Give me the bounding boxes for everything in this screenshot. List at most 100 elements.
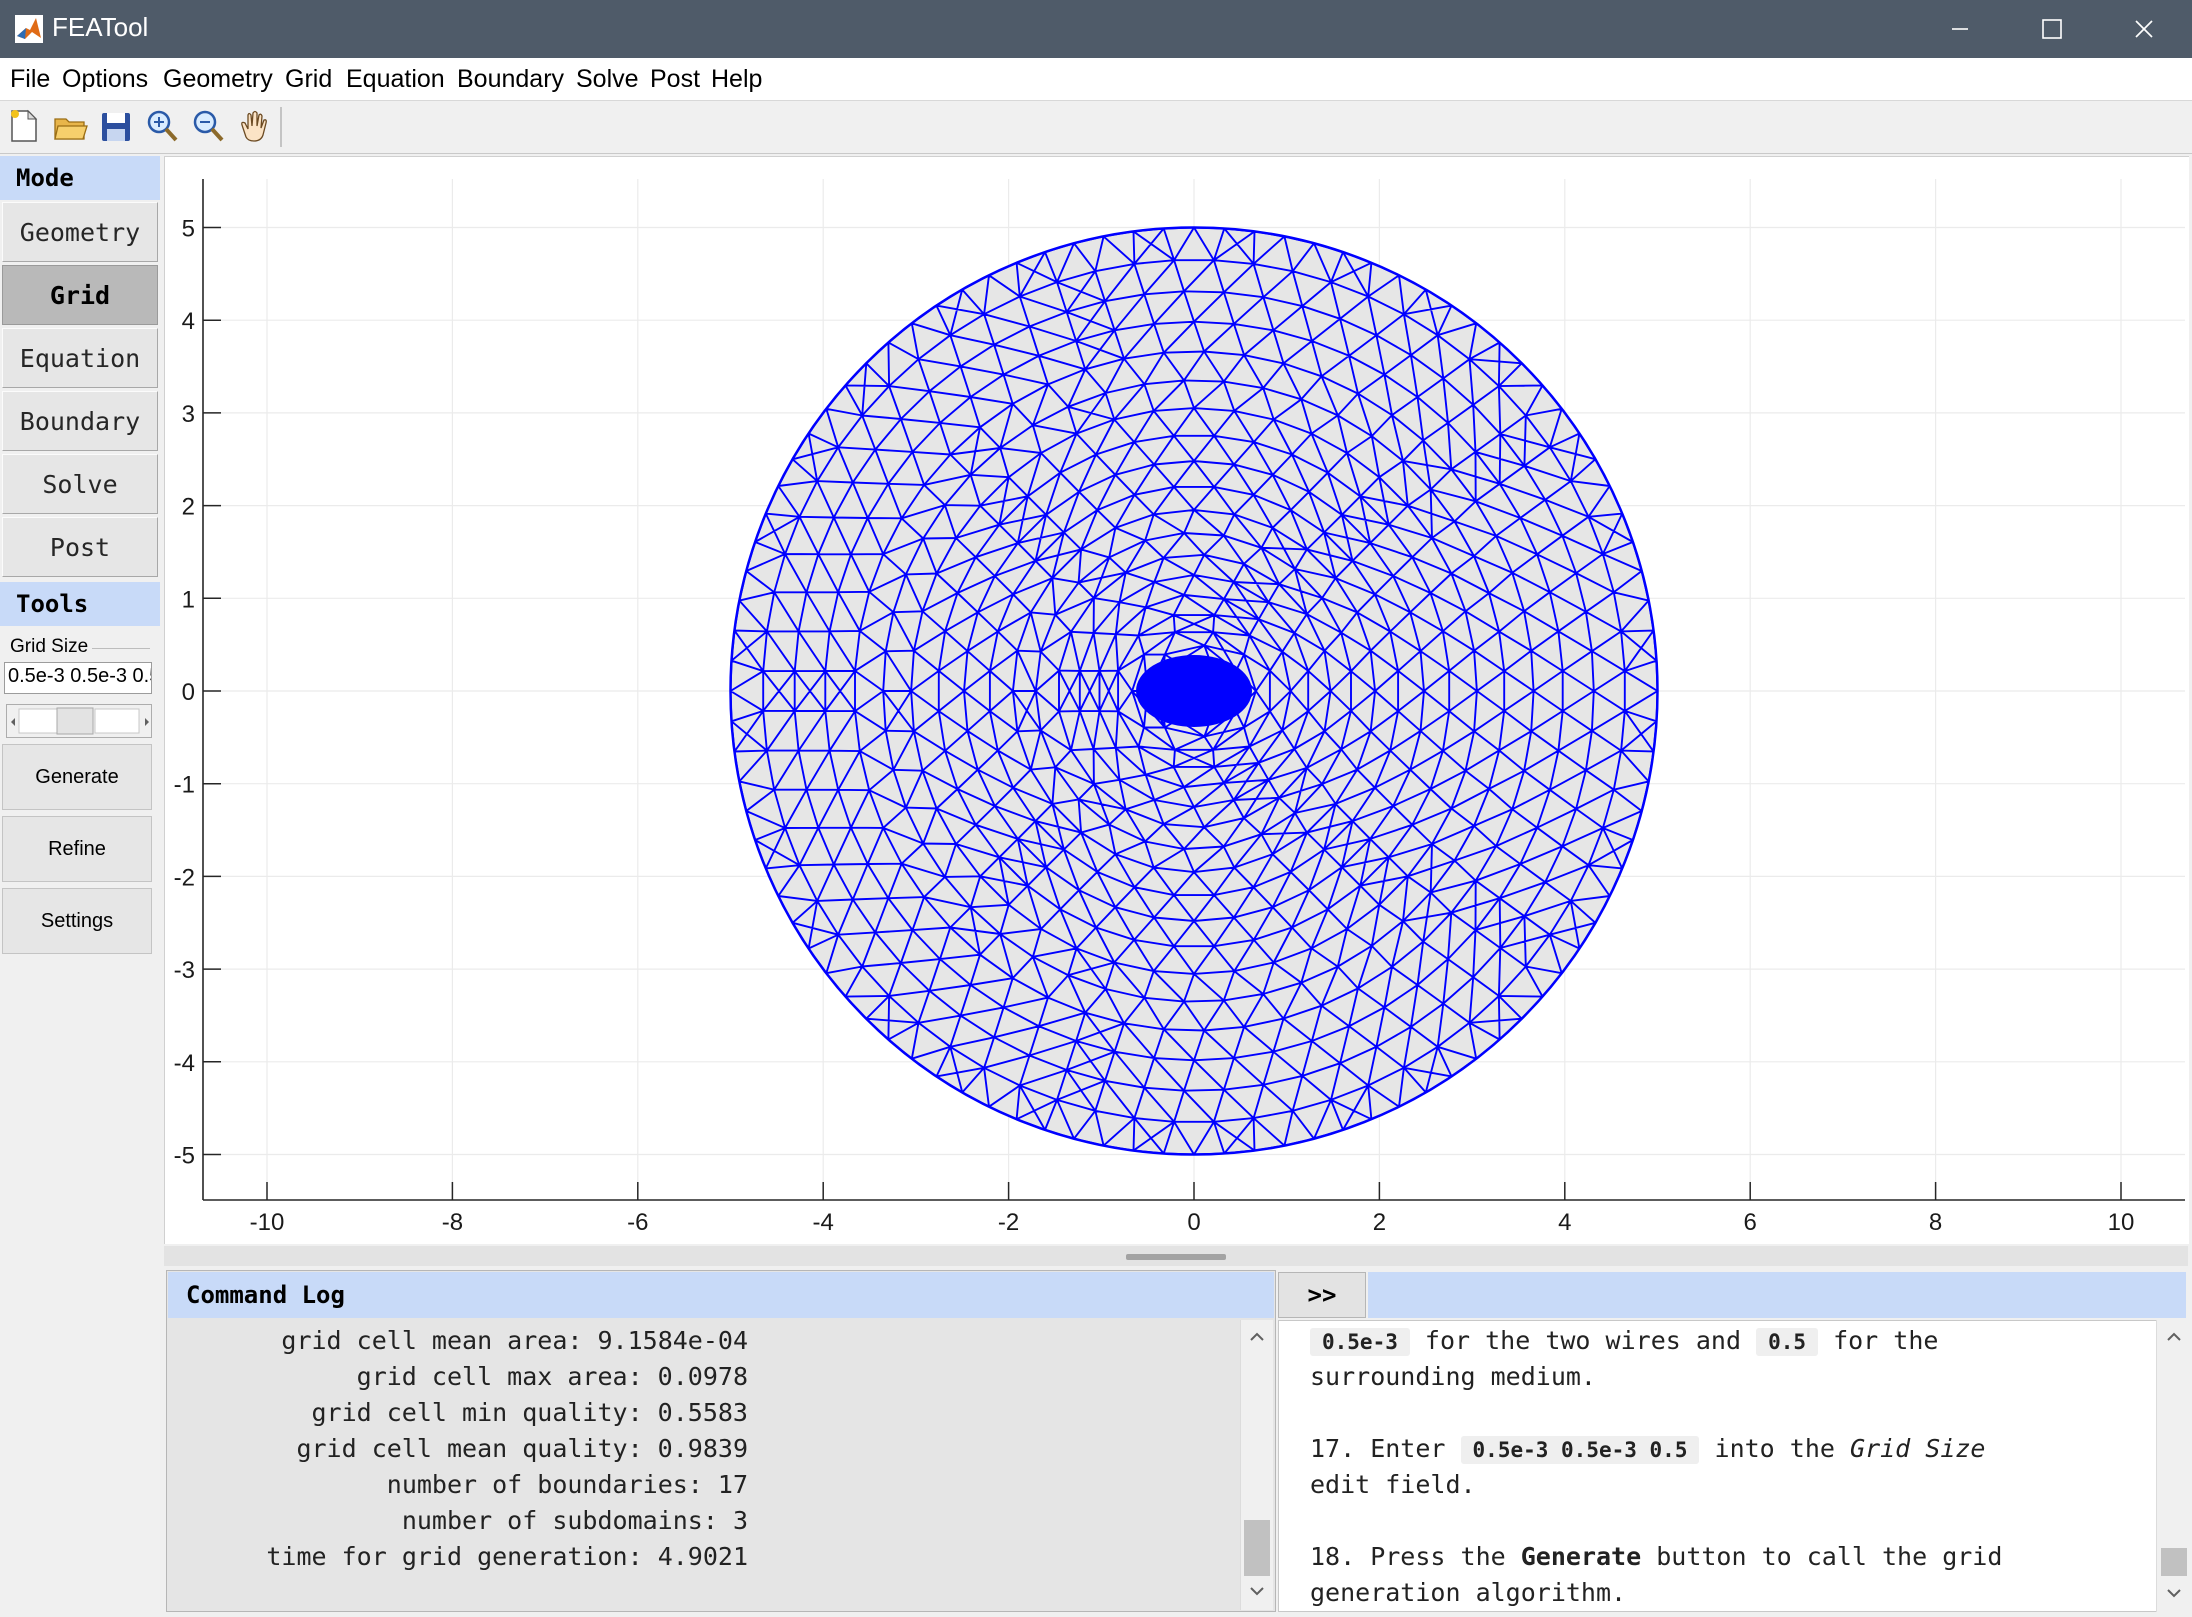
zoom-out-icon xyxy=(193,110,224,142)
slider-track-icon xyxy=(11,707,149,735)
grid-size-input[interactable]: 0.5e-3 0.5e-3 0.5 xyxy=(4,662,152,694)
left-panel: Mode Geometry Grid Equation Boundary Sol… xyxy=(0,154,162,1615)
menu-help[interactable]: Help xyxy=(711,65,762,94)
x-tick-label: -10 xyxy=(250,1209,285,1236)
help-header xyxy=(1368,1272,2186,1318)
y-tick-label: -2 xyxy=(174,864,195,891)
save-icon xyxy=(102,113,130,141)
tools-header: Tools xyxy=(0,582,160,626)
menu-post[interactable]: Post xyxy=(650,65,700,94)
mode-equation-button[interactable]: Equation xyxy=(2,328,158,388)
x-tick-label: 4 xyxy=(1558,1209,1571,1236)
help-line-2: surrounding medium. xyxy=(1310,1362,1596,1391)
new-file-button[interactable] xyxy=(6,107,42,145)
log-line: grid cell max area: 0.0978 xyxy=(356,1362,748,1391)
x-tick-label: 10 xyxy=(2108,1209,2135,1236)
y-tick-label: 1 xyxy=(182,586,195,613)
open-folder-icon xyxy=(54,118,88,140)
save-button[interactable] xyxy=(98,107,134,145)
mesh-plot[interactable]: -10 -8 -6 -4 -2 0 2 4 6 8 10543210-1-2-3-4-5 xyxy=(165,157,2189,1244)
splitter-grip-icon[interactable] xyxy=(1126,1254,1226,1260)
maximize-button[interactable] xyxy=(2006,0,2098,58)
close-icon xyxy=(2135,20,2153,38)
pan-hand-icon xyxy=(241,110,267,142)
zoom-out-button[interactable] xyxy=(190,107,226,145)
new-file-icon xyxy=(11,109,38,142)
help-text: for the xyxy=(1833,1326,1939,1355)
help-line-1: 0.5e-3 for the two wires and 0.5 for the xyxy=(1310,1326,1939,1356)
zoom-in-icon xyxy=(147,110,178,142)
help-code: 0.5 xyxy=(1756,1328,1818,1356)
help-emphasis: Grid Size xyxy=(1850,1434,1986,1463)
generate-button[interactable]: Generate xyxy=(2,744,152,810)
menu-equation[interactable]: Equation xyxy=(346,65,445,94)
menu-boundary[interactable]: Boundary xyxy=(457,65,564,94)
grid-size-slider[interactable] xyxy=(6,704,152,738)
x-tick-label: -6 xyxy=(627,1209,648,1236)
plot-area[interactable]: -10 -8 -6 -4 -2 0 2 4 6 8 10 5 4 3 2 1 0 -1 -2 -3 -4 -5 xyxy=(164,156,2189,1244)
mode-grid-button[interactable]: Grid xyxy=(2,265,158,325)
help-text: for the two wires and xyxy=(1424,1326,1741,1355)
log-line: grid cell mean area: 9.1584e-04 xyxy=(281,1326,748,1355)
help-scrollbar[interactable] xyxy=(2156,1320,2191,1612)
y-tick-label: -5 xyxy=(174,1143,195,1170)
y-tick-label: 4 xyxy=(182,308,195,335)
y-tick-label: 0 xyxy=(182,679,195,706)
log-line: number of boundaries: 17 xyxy=(386,1470,748,1499)
x-tick-label: 8 xyxy=(1929,1209,1942,1236)
minimize-button[interactable] xyxy=(1914,0,2006,58)
log-line: number of subdomains: 3 xyxy=(401,1506,748,1535)
help-step-17: 17. Enter 0.5e-3 0.5e-3 0.5 into the Gri… xyxy=(1310,1434,1986,1464)
scrollbar-icon xyxy=(1244,1332,1270,1596)
zoom-in-button[interactable] xyxy=(144,107,180,145)
mode-post-button[interactable]: Post xyxy=(2,517,158,577)
refine-button[interactable]: Refine xyxy=(2,816,152,882)
toggle-help-button[interactable]: >> xyxy=(1278,1272,1366,1318)
open-button[interactable] xyxy=(52,107,88,145)
menu-geometry[interactable]: Geometry xyxy=(163,65,273,94)
menu-file[interactable]: File xyxy=(10,65,50,94)
x-tick-label: -2 xyxy=(998,1209,1019,1236)
help-code: 0.5e-3 0.5e-3 0.5 xyxy=(1460,1436,1700,1464)
menu-grid[interactable]: Grid xyxy=(285,65,332,94)
scrollbar-icon xyxy=(2161,1332,2187,1598)
close-button[interactable] xyxy=(2098,0,2190,58)
help-step-17-cont: edit field. xyxy=(1310,1470,1476,1499)
mode-geometry-button[interactable]: Geometry xyxy=(2,202,158,262)
command-log-header: Command Log xyxy=(168,1272,1274,1318)
log-line: grid cell mean quality: 0.9839 xyxy=(296,1434,748,1463)
mode-boundary-button[interactable]: Boundary xyxy=(2,391,158,451)
matlab-app-icon xyxy=(15,15,43,43)
menu-solve[interactable]: Solve xyxy=(576,65,639,94)
help-step-18: 18. Press the Generate button to call th… xyxy=(1310,1542,2002,1571)
window-title: FEATool xyxy=(52,12,149,42)
x-tick-label: -4 xyxy=(813,1209,834,1236)
x-tick-label: 6 xyxy=(1744,1209,1757,1236)
y-tick-label: 5 xyxy=(182,216,195,243)
y-tick-label: 3 xyxy=(182,401,195,428)
title-bar xyxy=(0,0,2192,58)
y-tick-label: -4 xyxy=(174,1050,195,1077)
help-code: 0.5e-3 xyxy=(1310,1328,1410,1356)
grid-size-label: Grid Size xyxy=(10,636,93,658)
menu-bar: File Options Geometry Grid Equation Boun… xyxy=(0,58,2192,100)
mode-solve-button[interactable]: Solve xyxy=(2,454,158,514)
help-text: 17. Enter xyxy=(1310,1434,1446,1463)
y-tick-label: -3 xyxy=(174,957,195,984)
y-tick-label: -1 xyxy=(174,772,195,799)
pan-button[interactable] xyxy=(236,107,272,145)
y-tick-label: 2 xyxy=(182,494,195,521)
toolbar xyxy=(0,100,2192,154)
log-line: grid cell min quality: 0.5583 xyxy=(311,1398,749,1427)
log-line: time for grid generation: 4.9021 xyxy=(266,1542,748,1571)
maximize-icon xyxy=(2042,19,2062,39)
menu-options[interactable]: Options xyxy=(62,65,148,94)
help-bold: Generate xyxy=(1520,1542,1642,1571)
help-text: button to call the grid xyxy=(1656,1542,2003,1571)
help-text: into the xyxy=(1714,1434,1835,1463)
settings-button[interactable]: Settings xyxy=(2,888,152,954)
minimize-icon xyxy=(1952,28,1968,30)
mesh-dense-core xyxy=(1136,655,1252,727)
help-step-18-cont: generation algorithm. xyxy=(1310,1578,1627,1607)
command-log-scrollbar[interactable] xyxy=(1240,1320,1273,1610)
